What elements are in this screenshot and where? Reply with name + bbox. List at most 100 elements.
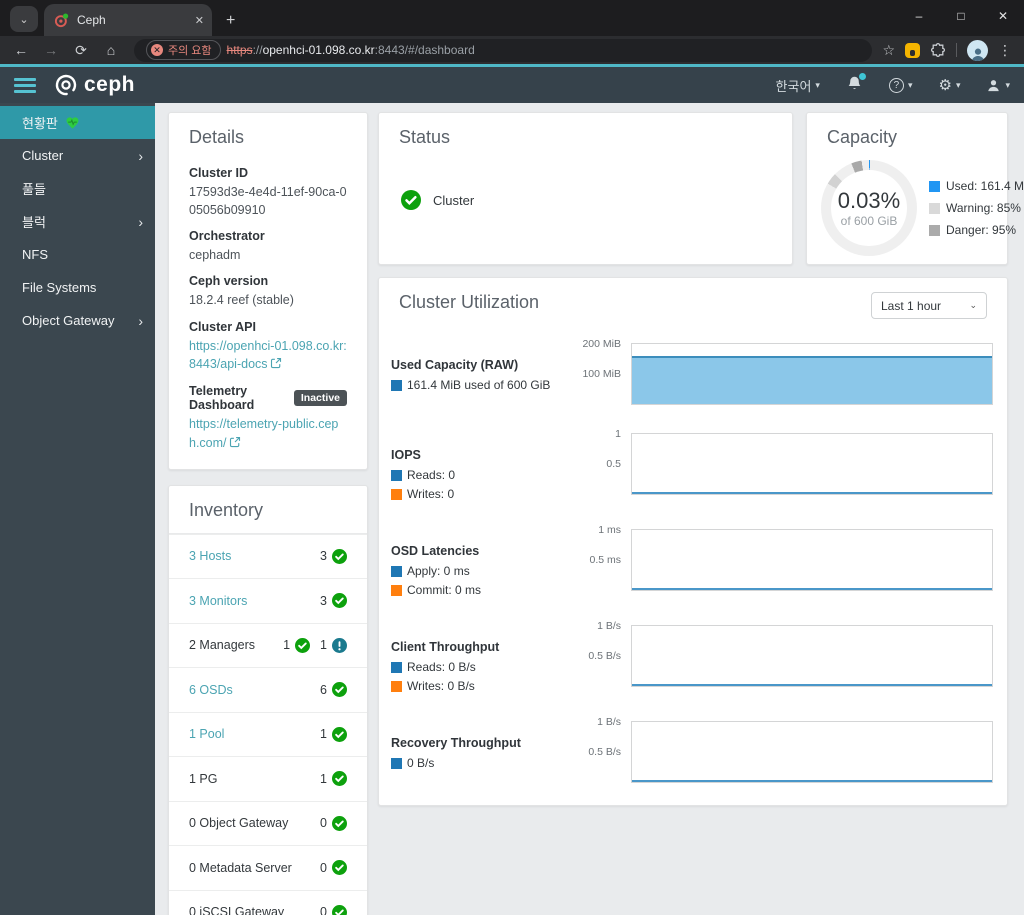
- chevron-right-icon: ›: [138, 147, 143, 164]
- bookmark-star-icon[interactable]: ☆: [882, 42, 895, 59]
- sidebar-item-cluster[interactable]: Cluster ›: [0, 139, 155, 172]
- sidebar-item-dashboard[interactable]: 현황판: [0, 106, 155, 139]
- inventory-card: Inventory 3 Hosts 3 3 Monitors 3 2 Manag…: [168, 484, 368, 915]
- chevron-down-icon: ▾: [907, 79, 913, 90]
- ceph-brand[interactable]: ceph: [54, 73, 135, 97]
- chevron-right-icon: ›: [138, 213, 143, 230]
- used-legend-swatch: [929, 180, 940, 192]
- tab-close-icon[interactable]: ✕: [195, 14, 204, 27]
- new-tab-button[interactable]: +: [226, 12, 235, 30]
- iscsi-gateway-count: 0: [320, 905, 327, 915]
- used-capacity-swatch: [391, 379, 402, 391]
- capacity-legend: Used: 161.4 MiB Warning: 85% Danger: 95%: [929, 179, 1024, 237]
- details-title: Details: [189, 127, 245, 147]
- hamburger-menu-icon[interactable]: [14, 77, 36, 93]
- sidebar-item-pools[interactable]: 풀들: [0, 172, 155, 205]
- sidebar-item-label: Object Gateway: [22, 313, 115, 328]
- y-axis: 1 B/s 0.5 B/s: [577, 620, 631, 687]
- telemetry-inactive-badge: Inactive: [293, 390, 347, 406]
- back-button[interactable]: ←: [8, 42, 34, 58]
- sidebar-item-object-gateway[interactable]: Object Gateway ›: [0, 304, 155, 337]
- client-throughput-title: Client Throughput: [391, 640, 500, 654]
- osd-latencies-chart-row: OSD Latencies Apply: 0 ms Commit: 0 ms 1…: [391, 524, 993, 597]
- browser-tab[interactable]: Ceph ✕: [44, 4, 212, 36]
- brand-text: ceph: [84, 73, 136, 96]
- iops-reads-legend: Reads: 0: [407, 468, 456, 482]
- used-capacity-title: Used Capacity (RAW): [391, 358, 519, 372]
- commit-legend: Commit: 0 ms: [407, 583, 482, 597]
- home-button[interactable]: ⌂: [98, 42, 124, 58]
- axis-tick: 1 B/s: [597, 716, 621, 728]
- commit-swatch: [391, 584, 402, 596]
- extensions-puzzle-icon[interactable]: [930, 42, 946, 58]
- settings-dropdown[interactable]: ⚙ ▾: [938, 76, 960, 94]
- metadata-server-count: 0: [320, 860, 327, 875]
- client-writes-legend: Writes: 0 B/s: [407, 679, 475, 693]
- capacity-card: Capacity 0.03% of 600 GiB Used: 161.4 Mi…: [806, 112, 1024, 265]
- forward-button[interactable]: →: [38, 42, 64, 58]
- health-heartbeat-icon: [66, 116, 79, 129]
- user-dropdown[interactable]: ▾: [986, 78, 1010, 93]
- window-maximize-button[interactable]: □: [940, 9, 982, 23]
- profile-avatar[interactable]: [967, 39, 988, 61]
- notifications-button[interactable]: [846, 73, 866, 95]
- iops-chart: [631, 433, 993, 495]
- tab-search-button[interactable]: ⌄: [10, 6, 38, 32]
- used-legend-label: Used: 161.4 MiB: [946, 179, 1024, 193]
- osds-link[interactable]: 6 OSDs: [189, 683, 233, 697]
- orchestrator-label: Orchestrator: [189, 229, 265, 244]
- security-warning-chip[interactable]: ✕ 주의 요함: [146, 40, 221, 60]
- external-link-icon: [270, 358, 281, 369]
- left-column: Details Cluster ID 17593d3e-4e4d-11ef-90…: [168, 112, 368, 915]
- sidebar-item-filesystems[interactable]: File Systems: [0, 271, 155, 304]
- browser-menu-icon[interactable]: ⋮: [998, 42, 1012, 59]
- tab-title: Ceph: [77, 13, 106, 27]
- danger-legend-label: Danger: 95%: [946, 223, 1017, 237]
- pgs-label: 1 PG: [189, 771, 218, 786]
- details-card: Details Cluster ID 17593d3e-4e4d-11ef-90…: [168, 112, 368, 470]
- check-circle-icon: [332, 548, 347, 564]
- url-separator: ://: [252, 43, 263, 57]
- time-range-select[interactable]: Last 1 hour ⌄: [871, 292, 987, 319]
- language-dropdown[interactable]: 한국어 ▾: [776, 76, 820, 95]
- check-circle-icon: [401, 190, 421, 210]
- pools-link[interactable]: 1 Pool: [189, 727, 224, 741]
- y-axis: 1 B/s 0.5 B/s: [577, 716, 631, 783]
- help-dropdown[interactable]: ? ▾: [888, 77, 913, 93]
- url-text: https://openhci-01.098.co.kr:8443/#/dash…: [227, 43, 475, 57]
- reads-swatch: [391, 661, 402, 673]
- sidebar-item-nfs[interactable]: NFS: [0, 238, 155, 271]
- sidebar-item-block[interactable]: 블럭 ›: [0, 205, 155, 238]
- window-minimize-button[interactable]: –: [898, 9, 940, 23]
- address-bar[interactable]: ✕ 주의 요함 https://openhci-01.098.co.kr:844…: [134, 38, 873, 62]
- check-circle-icon: [332, 726, 347, 742]
- latency-zero-line: [632, 588, 992, 590]
- hosts-link[interactable]: 3 Hosts: [189, 549, 231, 563]
- reload-button[interactable]: ⟳: [68, 42, 94, 59]
- telemetry-link[interactable]: https://telemetry-public.ceph.com/: [189, 417, 338, 450]
- recovery-throughput-chart-row: Recovery Throughput 0 B/s 1 B/s 0.5 B/s: [391, 716, 993, 783]
- cluster-api-link[interactable]: https://openhci-01.098.co.kr:8443/api-do…: [189, 339, 347, 372]
- metadata-server-label: 0 Metadata Server: [189, 860, 292, 875]
- axis-tick: 0.5 ms: [589, 554, 621, 566]
- inventory-row-osds: 6 OSDs 6: [169, 667, 367, 712]
- monitors-link[interactable]: 3 Monitors: [189, 594, 247, 608]
- check-circle-icon: [332, 682, 347, 698]
- inventory-row-iscsi-gateway: 0 iSCSI Gateway 0: [169, 889, 367, 915]
- window-close-button[interactable]: ✕: [982, 9, 1024, 23]
- sidebar-item-label: 풀들: [22, 182, 46, 197]
- security-warning-icon: ✕: [151, 44, 163, 56]
- browser-toolbar: ← → ⟳ ⌂ ✕ 주의 요함 https://openhci-01.098.c…: [0, 36, 1024, 64]
- right-column: Status Cluster Capacity 0.03% of 600 GiB: [378, 112, 1024, 915]
- inventory-row-hosts: 3 Hosts 3: [169, 533, 367, 579]
- password-extension-icon[interactable]: [905, 42, 920, 58]
- navbar-actions: 한국어 ▾ ? ▾ ⚙ ▾ ▾: [776, 73, 1010, 95]
- client-throughput-chart-row: Client Throughput Reads: 0 B/s Writes: 0…: [391, 620, 993, 693]
- client-throughput-chart: [631, 625, 993, 687]
- toolbar-right: ☆ ⋮: [882, 39, 1016, 61]
- check-circle-icon: [332, 593, 347, 609]
- time-range-value: Last 1 hour: [881, 298, 942, 313]
- url-host: openhci-01.098.co.kr: [262, 43, 375, 57]
- object-gateway-label: 0 Object Gateway: [189, 816, 289, 831]
- chevron-down-icon: ⌄: [969, 300, 977, 310]
